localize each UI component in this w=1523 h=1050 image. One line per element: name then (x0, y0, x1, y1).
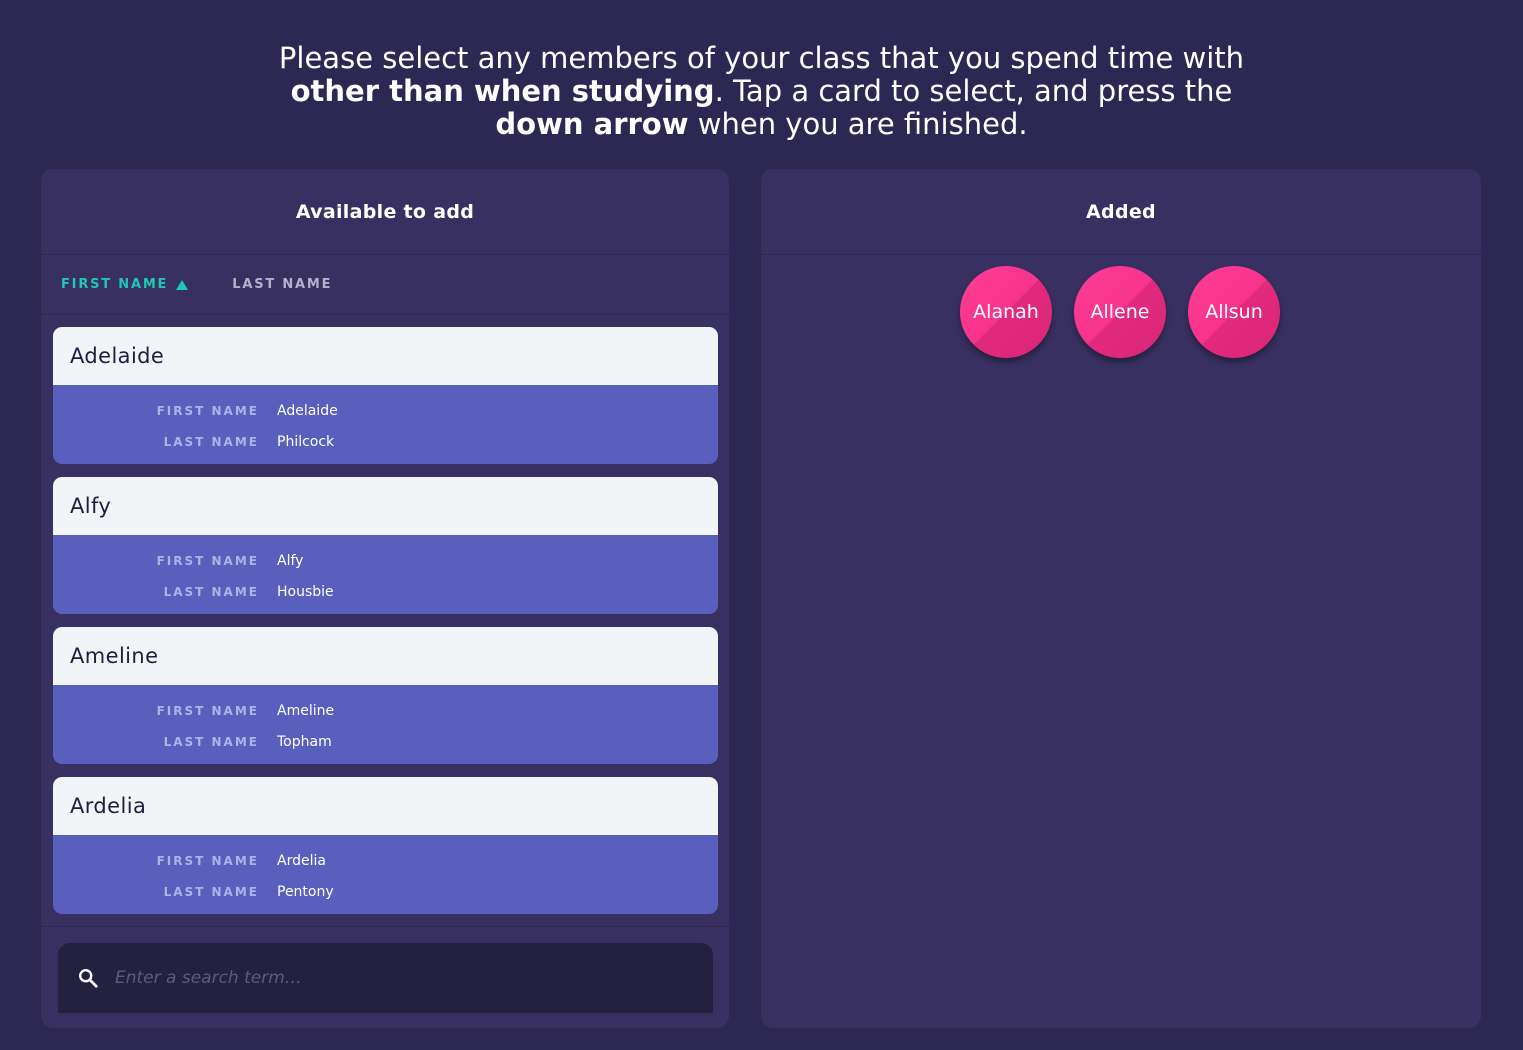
search-box[interactable] (58, 943, 713, 1013)
first-name-label: FIRST NAME (156, 853, 259, 868)
available-card-list: Adelaide FIRST NAME Adelaide LAST NAME P… (53, 327, 718, 927)
added-member-bubble[interactable]: Allsun (1188, 266, 1280, 358)
search-input[interactable] (113, 967, 677, 989)
card-last-name-row: LAST NAME Philcock (53, 426, 718, 457)
added-panel: Added Alanah Allene Allsun (761, 169, 1481, 1028)
card-title: Alfy (53, 477, 718, 535)
added-panel-title: Added (761, 169, 1481, 255)
card-first-name-row: FIRST NAME Ameline (53, 695, 718, 726)
sort-first-name-button[interactable]: FIRST NAME (61, 277, 189, 292)
person-card[interactable]: Ardelia FIRST NAME Ardelia LAST NAME Pen… (53, 777, 718, 914)
instructions-text: Please select any members of your class … (0, 42, 1523, 141)
card-last-name-row: LAST NAME Pentony (53, 876, 718, 907)
sort-last-name-button[interactable]: LAST NAME (232, 277, 332, 292)
card-title: Adelaide (53, 327, 718, 385)
card-first-name-row: FIRST NAME Ardelia (53, 845, 718, 876)
last-name-value: Philcock (277, 433, 335, 450)
last-name-label: LAST NAME (163, 434, 259, 449)
last-name-label: LAST NAME (163, 584, 259, 599)
card-title: Ameline (53, 627, 718, 685)
card-details: FIRST NAME Ameline LAST NAME Topham (53, 685, 718, 764)
first-name-label: FIRST NAME (156, 553, 259, 568)
instructions-part-1: Please select any members of your class … (278, 41, 1245, 75)
card-last-name-row: LAST NAME Topham (53, 726, 718, 757)
person-card[interactable]: Alfy FIRST NAME Alfy LAST NAME Housbie (53, 477, 718, 614)
available-panel: Available to add FIRST NAME LAST NAME Ad… (41, 169, 729, 1028)
instructions-part-2: . Tap a card to select, and press the (714, 74, 1233, 108)
instructions-emphasis-2: down arrow (495, 107, 689, 141)
first-name-value: Ameline (277, 702, 335, 719)
last-name-value: Housbie (277, 583, 334, 600)
first-name-value: Adelaide (277, 402, 338, 419)
sort-first-name-label: FIRST NAME (61, 277, 169, 292)
card-last-name-row: LAST NAME Housbie (53, 576, 718, 607)
available-panel-title: Available to add (41, 169, 729, 255)
card-title: Ardelia (53, 777, 718, 835)
last-name-label: LAST NAME (163, 734, 259, 749)
first-name-label: FIRST NAME (156, 703, 259, 718)
card-details: FIRST NAME Alfy LAST NAME Housbie (53, 535, 718, 614)
card-details: FIRST NAME Ardelia LAST NAME Pentony (53, 835, 718, 914)
last-name-value: Pentony (277, 883, 334, 900)
first-name-label: FIRST NAME (156, 403, 259, 418)
added-members-list: Alanah Allene Allsun (960, 266, 1302, 358)
last-name-value: Topham (277, 733, 332, 750)
sort-ascending-icon (176, 279, 189, 290)
first-name-value: Ardelia (277, 852, 326, 869)
person-card[interactable]: Ameline FIRST NAME Ameline LAST NAME Top… (53, 627, 718, 764)
first-name-value: Alfy (277, 552, 304, 569)
added-member-bubble[interactable]: Alanah (960, 266, 1052, 358)
search-icon (79, 969, 98, 988)
card-details: FIRST NAME Adelaide LAST NAME Philcock (53, 385, 718, 464)
card-first-name-row: FIRST NAME Adelaide (53, 395, 718, 426)
added-member-bubble[interactable]: Allene (1074, 266, 1166, 358)
last-name-label: LAST NAME (163, 884, 259, 899)
card-first-name-row: FIRST NAME Alfy (53, 545, 718, 576)
instructions-part-3: when you are finished. (688, 107, 1028, 141)
person-card[interactable]: Adelaide FIRST NAME Adelaide LAST NAME P… (53, 327, 718, 464)
search-area (41, 926, 729, 1029)
instructions-emphasis-1: other than when studying (290, 74, 715, 108)
sort-bar: FIRST NAME LAST NAME (41, 255, 729, 315)
